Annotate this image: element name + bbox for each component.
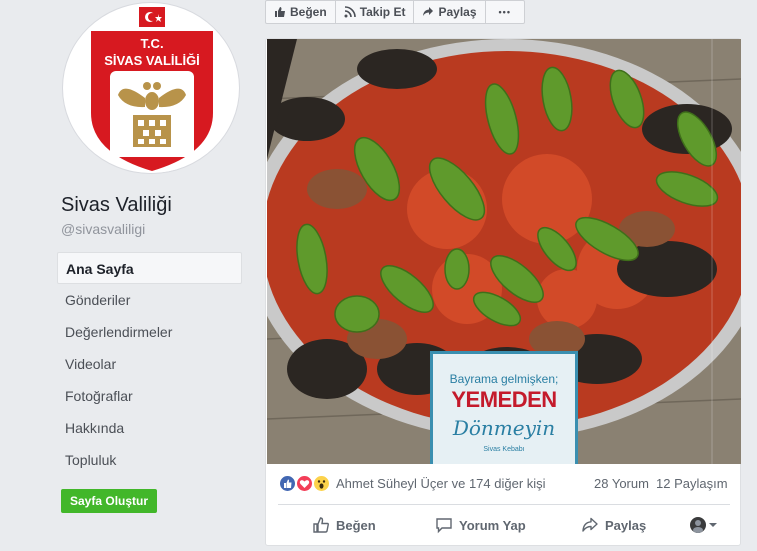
reactions-text[interactable]: Ahmet Süheyl Üçer ve 174 diğer kişi xyxy=(336,476,546,491)
nav-item-home[interactable]: Ana Sayfa xyxy=(57,252,242,284)
create-page-button[interactable]: Sayfa Oluştur xyxy=(61,489,158,513)
promo-line-4: Sivas Kebabı xyxy=(483,446,525,453)
love-reaction-icon xyxy=(295,474,314,493)
thumbs-up-icon xyxy=(275,7,285,17)
promo-line-1: Bayrama gelmişken; xyxy=(449,372,559,386)
nav-item-about[interactable]: Hakkında xyxy=(57,412,242,444)
nav-item-photos[interactable]: Fotoğraflar xyxy=(57,380,242,412)
comment-bubble-icon xyxy=(436,518,452,534)
promo-overlay-card: Bayrama gelmişken; YEMEDEN Dönmeyin Siva… xyxy=(430,351,578,464)
like-page-button[interactable]: Beğen xyxy=(265,0,336,24)
sivas-valiligi-logo: T.C. SİVAS VALİLİĞİ xyxy=(68,5,236,173)
comment-button[interactable]: Yorum Yap xyxy=(435,509,526,541)
post-photo[interactable]: Bayrama gelmişken; YEMEDEN Dönmeyin Siva… xyxy=(267,39,741,464)
reaction-icons[interactable] xyxy=(278,474,336,494)
divider xyxy=(278,504,730,505)
share-post-button[interactable]: Paylaş xyxy=(581,509,646,541)
page-action-bar: Beğen Takip Et Paylaş ••• xyxy=(265,0,525,24)
more-options-button[interactable]: ••• xyxy=(484,0,525,24)
like-page-label: Beğen xyxy=(290,5,327,19)
rss-icon xyxy=(344,6,356,18)
nav-item-posts[interactable]: Gönderiler xyxy=(57,284,242,316)
like-post-label: Beğen xyxy=(336,517,376,533)
comment-count[interactable]: 28 Yorum xyxy=(594,476,649,491)
promo-line-2: YEMEDEN xyxy=(451,387,557,412)
share-arrow-icon xyxy=(423,7,434,16)
page-nav: Ana Sayfa Gönderiler Değerlendirmeler Vi… xyxy=(57,252,242,476)
like-reaction-icon xyxy=(278,474,297,493)
left-column: T.C. SİVAS VALİLİĞİ Sivas Valiliği @siva… xyxy=(0,0,252,551)
follow-label: Takip Et xyxy=(359,5,406,19)
thumbs-up-outline-icon xyxy=(313,517,329,533)
nav-item-community[interactable]: Topluluk xyxy=(57,444,242,476)
logo-top-text: T.C. xyxy=(140,36,163,51)
share-outline-icon xyxy=(582,517,598,532)
share-post-label: Paylaş xyxy=(605,517,647,533)
post-action-bar: Beğen Yorum Yap Paylaş xyxy=(278,509,730,541)
share-page-label: Paylaş xyxy=(438,5,477,19)
nav-item-videos[interactable]: Videolar xyxy=(57,348,242,380)
nav-item-reviews[interactable]: Değerlendirmeler xyxy=(57,316,242,348)
comment-label: Yorum Yap xyxy=(459,517,526,533)
page-title[interactable]: Sivas Valiliği xyxy=(61,194,172,217)
logo-main-text: SİVAS VALİLİĞİ xyxy=(104,53,200,68)
share-page-button[interactable]: Paylaş xyxy=(413,0,486,24)
audience-selector[interactable] xyxy=(690,517,726,533)
page-avatar-icon xyxy=(690,517,706,533)
reactions-summary: Ahmet Süheyl Üçer ve 174 diğer kişi 28 Y… xyxy=(278,472,730,496)
promo-line-3: Dönmeyin xyxy=(452,416,556,440)
like-post-button[interactable]: Beğen xyxy=(312,509,376,541)
wow-reaction-icon xyxy=(312,474,331,493)
follow-button[interactable]: Takip Et xyxy=(334,0,415,24)
post-card: Bayrama gelmişken; YEMEDEN Dönmeyin Siva… xyxy=(265,38,741,546)
profile-picture[interactable]: T.C. SİVAS VALİLİĞİ xyxy=(62,2,240,174)
more-dots-icon: ••• xyxy=(498,7,511,17)
page-username[interactable]: @sivasvaliligi xyxy=(61,221,145,237)
share-count[interactable]: 12 Paylaşım xyxy=(656,476,728,491)
caret-down-icon xyxy=(709,523,717,527)
